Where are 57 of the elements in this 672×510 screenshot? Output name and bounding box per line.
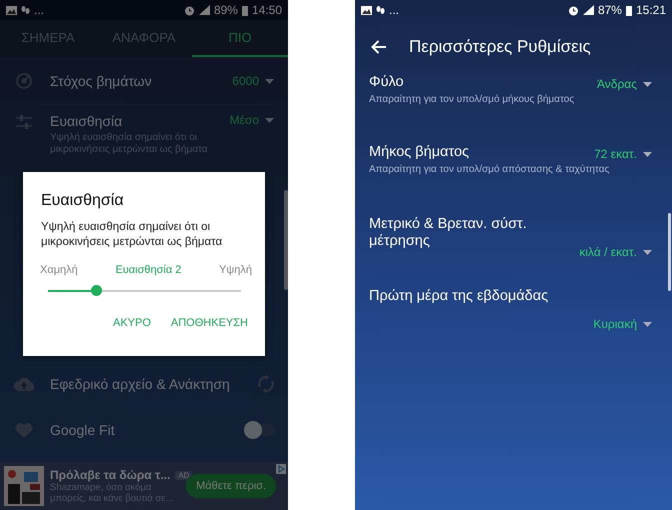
tab[interactable]: ΠΙΟ xyxy=(192,20,288,57)
dropdown-caret-icon xyxy=(643,250,652,254)
dialog-message: Υψηλή ευαισθησία σημαίνει ότι οι μικροκινήσεις μετρώνται ως βήματα xyxy=(41,220,224,250)
ad-choices-icon[interactable] xyxy=(276,464,286,474)
setting-title: Στόχος βημάτων xyxy=(50,73,153,89)
status-time: 14:50 xyxy=(252,3,282,17)
setting-title: Μετρικό & Βρεταν. σύστ. μέτρησης xyxy=(369,216,528,250)
setting-dropdown[interactable]: Κυριακή xyxy=(593,317,652,331)
alarm-clock-icon xyxy=(568,4,579,16)
gallery-icon xyxy=(6,6,17,14)
dialog-button[interactable]: ΑΠΟΘΗΚΕΥΣΗ xyxy=(170,317,248,329)
dropdown-caret-icon xyxy=(643,82,652,86)
setting-title: Google Fit xyxy=(50,422,116,438)
setting-dropdown[interactable]: 6000 xyxy=(232,74,274,88)
dropdown-caret-icon xyxy=(643,322,652,326)
setting-title: Μήκος βήματος xyxy=(369,144,470,161)
battery-icon xyxy=(242,4,248,16)
setting-dropdown[interactable]: κιλά / εκατ. xyxy=(579,245,652,259)
more-notifications: ... xyxy=(389,3,400,17)
screen-title: Περισσότερες Ρυθμίσεις xyxy=(409,37,591,57)
setting-title: Πρώτη μέρα της εβδομάδας xyxy=(369,288,549,305)
cloud-upload-icon xyxy=(14,377,34,391)
battery-percentage: 89% xyxy=(214,3,238,17)
toggle-switch[interactable] xyxy=(246,424,274,436)
alarm-clock-icon xyxy=(184,4,195,16)
setting-dropdown[interactable]: Μέσο xyxy=(230,113,274,127)
setting-dropdown[interactable]: Άνδρας xyxy=(596,77,652,91)
footsteps-icon xyxy=(376,4,385,16)
learn-more-button[interactable]: Μάθετε περισ. xyxy=(186,474,276,498)
setting-description: Απαραίτητη για τον υπολ/σμό απόστασης & ταχύτητας xyxy=(369,164,610,175)
ad-badge: AD xyxy=(175,470,192,480)
footsteps-icon xyxy=(21,4,30,16)
gallery-icon xyxy=(361,6,372,14)
setting-title: Εφεδρικό αρχείο & Ανάκτηση xyxy=(50,376,231,392)
signal-icon xyxy=(582,5,594,15)
ad-title: Πρόλαβε τα δώρα τ... xyxy=(50,468,170,482)
heart-icon xyxy=(14,422,34,438)
setting-title: Φύλο xyxy=(369,74,405,91)
dropdown-caret-icon xyxy=(643,152,652,156)
setting-description: Απαραίτητη για τον υπολ/σμό μήκους βήματος xyxy=(369,94,576,105)
setting-title: Ευαισθησία xyxy=(50,113,124,129)
slider-max-label: Υψηλή xyxy=(219,264,252,276)
battery-icon xyxy=(626,4,632,16)
dropdown-caret-icon xyxy=(265,118,274,122)
battery-percentage: 87% xyxy=(598,3,622,17)
setting-dropdown[interactable]: 72 εκατ. xyxy=(594,147,652,161)
back-arrow-icon[interactable] xyxy=(371,40,387,54)
slider-min-label: Χαμηλή xyxy=(40,264,78,276)
more-notifications: ... xyxy=(34,3,44,17)
dialog-title: Ευαισθησία xyxy=(41,192,125,210)
dialog-button[interactable]: ΑΚΥΡΟ xyxy=(113,317,151,329)
target-icon xyxy=(14,72,34,90)
status-time: 15:21 xyxy=(636,3,666,17)
dropdown-caret-icon xyxy=(265,78,274,84)
signal-icon xyxy=(198,5,210,15)
slider-value-label: Ευαισθησία 2 xyxy=(115,264,182,276)
sliders-icon xyxy=(14,113,34,131)
